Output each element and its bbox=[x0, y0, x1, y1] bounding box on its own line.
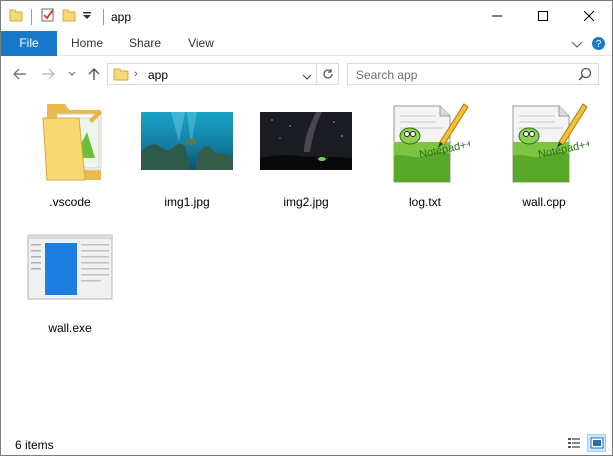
window-title: app bbox=[111, 10, 132, 24]
file-item[interactable]: .vscode bbox=[15, 93, 125, 213]
back-button[interactable] bbox=[11, 65, 29, 83]
file-name: img1.jpg bbox=[164, 195, 210, 209]
recent-locations-button[interactable] bbox=[63, 65, 81, 83]
tab-file[interactable]: File bbox=[1, 31, 57, 56]
close-button[interactable] bbox=[566, 1, 612, 31]
minimize-button[interactable] bbox=[474, 1, 520, 31]
ribbon-controls: ? bbox=[571, 36, 606, 54]
file-name: .vscode bbox=[49, 195, 91, 209]
help-icon[interactable]: ? bbox=[591, 36, 606, 54]
breadcrumb-chevron-icon[interactable]: › bbox=[134, 68, 138, 80]
item-count: 6 items bbox=[15, 438, 54, 452]
file-name: wall.cpp bbox=[522, 195, 566, 209]
refresh-button[interactable] bbox=[317, 63, 339, 85]
folder-icon bbox=[113, 66, 129, 85]
title-divider bbox=[103, 9, 104, 25]
title-bar: app bbox=[1, 1, 612, 31]
svg-text:?: ? bbox=[596, 39, 602, 50]
folder-thumbnail-icon bbox=[15, 93, 125, 189]
ribbon-tabs: File Home Share View ? bbox=[1, 31, 612, 56]
explorer-window: app File Home Share View ? › app Search … bbox=[0, 0, 613, 456]
search-placeholder: Search app bbox=[356, 68, 418, 82]
executable-icon bbox=[15, 219, 125, 315]
folder-icon bbox=[9, 7, 23, 26]
address-dropdown-icon[interactable] bbox=[302, 70, 312, 84]
window-controls bbox=[474, 1, 612, 31]
file-item[interactable]: img2.jpg bbox=[251, 93, 361, 213]
toolbar-divider bbox=[31, 8, 32, 25]
tab-home[interactable]: Home bbox=[65, 31, 109, 56]
up-button[interactable] bbox=[85, 65, 103, 83]
image-thumbnail bbox=[132, 93, 242, 189]
breadcrumb-path[interactable]: app bbox=[148, 68, 168, 82]
file-item[interactable]: Notepad++ wall.cpp bbox=[489, 93, 599, 213]
tab-share[interactable]: Share bbox=[125, 31, 165, 56]
address-bar[interactable]: › app bbox=[107, 63, 317, 85]
status-bar: 6 items bbox=[1, 433, 612, 455]
large-icons-view-button[interactable] bbox=[587, 434, 606, 452]
file-item[interactable]: wall.exe bbox=[15, 219, 125, 339]
file-name: wall.exe bbox=[48, 321, 92, 335]
file-list: .vscode img1.jpg img2.jpg Notepad++ log.… bbox=[1, 93, 612, 427]
view-toggle bbox=[564, 434, 606, 452]
details-view-button[interactable] bbox=[564, 434, 583, 452]
customize-toolbar-icon[interactable] bbox=[82, 10, 92, 24]
quick-access-toolbar bbox=[9, 7, 92, 26]
file-item[interactable]: Notepad++ log.txt bbox=[370, 93, 480, 213]
file-item[interactable]: img1.jpg bbox=[132, 93, 242, 213]
file-name: img2.jpg bbox=[283, 195, 329, 209]
navigation-bar: › app Search app bbox=[1, 57, 612, 91]
image-thumbnail bbox=[251, 93, 361, 189]
notepad-plus-plus-icon: Notepad++ bbox=[489, 93, 599, 189]
properties-icon[interactable] bbox=[40, 7, 56, 26]
file-name: log.txt bbox=[408, 195, 441, 209]
search-box[interactable]: Search app bbox=[347, 63, 599, 85]
new-folder-icon[interactable] bbox=[62, 7, 76, 26]
expand-ribbon-icon[interactable] bbox=[571, 38, 583, 52]
tab-view[interactable]: View bbox=[181, 31, 221, 56]
notepad-plus-plus-icon: Notepad++ bbox=[370, 93, 480, 189]
forward-button[interactable] bbox=[39, 65, 57, 83]
maximize-button[interactable] bbox=[520, 1, 566, 31]
search-icon[interactable] bbox=[578, 67, 592, 84]
